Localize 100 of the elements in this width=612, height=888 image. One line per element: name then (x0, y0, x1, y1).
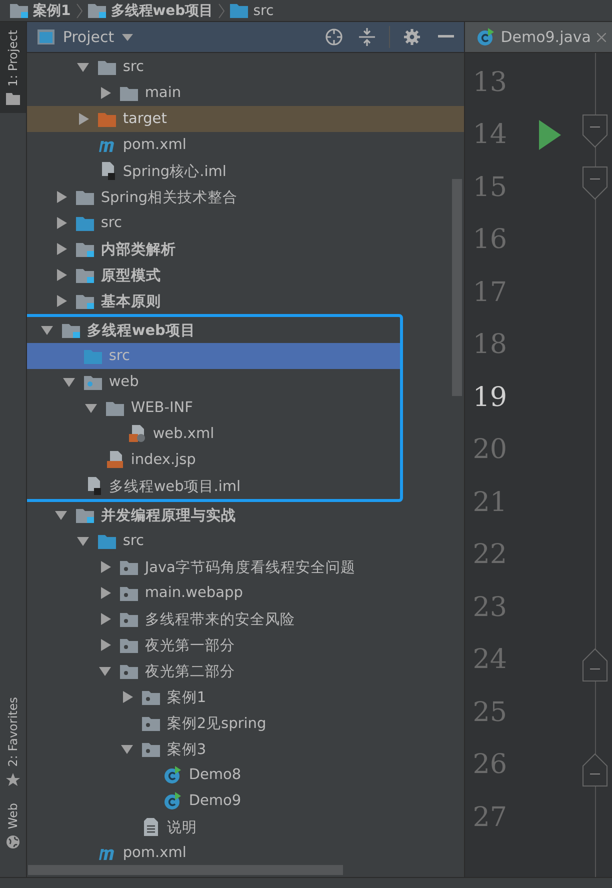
collapsed-arrow-icon[interactable] (54, 269, 67, 281)
tool-window-tab[interactable]: Web (0, 794, 26, 857)
collapsed-arrow-icon[interactable] (98, 87, 111, 99)
tree-row[interactable]: 原型模式 (26, 262, 464, 288)
tool-window-label: 2: Favorites (6, 697, 20, 767)
collapsed-arrow-icon[interactable] (120, 691, 133, 703)
class-icon (476, 28, 495, 46)
collapse-all-icon[interactable] (358, 28, 375, 46)
expanded-arrow-icon[interactable] (76, 61, 89, 73)
tree-row[interactable]: pom.xml (26, 840, 464, 863)
package-icon (120, 586, 138, 600)
fold-marker-icon[interactable] (582, 752, 608, 786)
line-number: 14 (472, 119, 508, 150)
tree-row[interactable]: web.xml (26, 421, 400, 447)
collapsed-arrow-icon[interactable] (98, 587, 111, 599)
tree-row[interactable]: 夜光第二部分 (26, 658, 464, 684)
chevron-icon (76, 2, 83, 18)
tree-row[interactable]: 案例2见spring (26, 710, 464, 736)
tree-label: web.xml (152, 426, 214, 442)
tree-label: main (144, 85, 182, 101)
breadcrumb-item[interactable]: src (253, 2, 274, 18)
settings-icon[interactable] (404, 29, 420, 45)
tree-row[interactable]: 多线程带来的安全风险 (26, 606, 464, 632)
expanded-arrow-icon[interactable] (62, 376, 75, 388)
collapsed-arrow-icon[interactable] (54, 191, 67, 203)
module-icon (76, 294, 94, 308)
expanded-arrow-icon[interactable] (84, 402, 97, 414)
tree-label: 夜光第一部分 (144, 636, 235, 654)
tree-label: WEB-INF (130, 400, 193, 416)
tree-row[interactable]: Java字节码角度看线程安全问题 (26, 554, 464, 580)
fold-marker-icon[interactable] (582, 114, 608, 148)
tree-row[interactable]: src (26, 210, 464, 236)
tree-row[interactable]: target (26, 106, 464, 132)
tree-label: 原型模式 (100, 266, 161, 284)
locate-icon[interactable] (324, 28, 343, 46)
expanded-arrow-icon[interactable] (76, 535, 89, 547)
package-icon (120, 612, 138, 626)
minimize-icon[interactable] (438, 35, 454, 39)
vertical-scrollbar[interactable] (452, 179, 462, 396)
close-icon[interactable] (597, 32, 606, 42)
tree-label: main.webapp (144, 585, 243, 601)
folder-icon (76, 190, 94, 204)
tree-row[interactable]: main.webapp (26, 580, 464, 606)
tree-row[interactable]: web (26, 369, 400, 395)
expanded-arrow-icon[interactable] (54, 509, 67, 521)
tool-window-tab[interactable]: 2: Favorites (0, 689, 26, 795)
fold-marker-icon[interactable] (582, 166, 608, 200)
tree-label: src (122, 59, 144, 75)
run-icon[interactable] (538, 120, 561, 150)
collapsed-arrow-icon[interactable] (54, 295, 67, 307)
horizontal-scrollbar[interactable] (28, 865, 343, 875)
module-icon (88, 3, 106, 18)
package-icon (120, 638, 138, 652)
tree-label: src (100, 215, 122, 231)
star-icon (6, 772, 20, 787)
editor-tab[interactable]: Demo9.java (464, 22, 612, 52)
tree-label: 案例2见spring (166, 714, 266, 732)
tree-row[interactable]: src (26, 54, 464, 80)
line-number: 19 (472, 382, 508, 413)
tree-row[interactable]: Demo9 (26, 788, 464, 814)
tree-row[interactable]: 说明 (26, 814, 464, 840)
tree-row[interactable]: 基本原则 (26, 288, 464, 314)
expanded-arrow-icon[interactable] (40, 324, 53, 336)
tree-row[interactable]: WEB-INF (26, 395, 400, 421)
breadcrumb-item[interactable]: 案例1 (33, 2, 71, 20)
line-number: 22 (472, 539, 508, 570)
expanded-arrow-icon[interactable] (120, 743, 133, 755)
collapsed-arrow-icon[interactable] (98, 613, 111, 625)
tree-label: Demo9 (188, 793, 242, 809)
tree-row[interactable]: 夜光第一部分 (26, 632, 464, 658)
fold-marker-icon[interactable] (582, 648, 608, 682)
tree-row[interactable]: Spring相关技术整合 (26, 184, 464, 210)
tree-row[interactable]: pom.xml (26, 132, 464, 158)
tree-row[interactable]: main (26, 80, 464, 106)
breadcrumb-item[interactable]: 多线程web项目 (110, 2, 214, 20)
collapsed-arrow-icon[interactable] (54, 217, 67, 229)
maven-icon (98, 846, 116, 860)
tree-row[interactable]: 并发编程原理与实战 (26, 502, 464, 528)
collapsed-arrow-icon[interactable] (54, 243, 67, 255)
collapsed-arrow-icon[interactable] (98, 639, 111, 651)
expanded-arrow-icon[interactable] (98, 665, 111, 677)
panel-title[interactable]: Project (62, 28, 114, 46)
tree-row[interactable]: index.jsp (26, 447, 400, 473)
tree-row[interactable]: src (26, 528, 464, 554)
tree-row[interactable]: 案例1 (26, 684, 464, 710)
collapsed-arrow-icon[interactable] (76, 113, 89, 125)
dropdown-caret-icon[interactable] (122, 34, 134, 40)
tree-label: src (108, 348, 130, 364)
tree-row[interactable]: 内部类解析 (26, 236, 464, 262)
tree-label: index.jsp (130, 452, 196, 468)
text-file-icon (144, 818, 158, 836)
folder-icon (106, 400, 124, 416)
tree-row[interactable]: Spring核心.iml (26, 158, 464, 184)
tree-row[interactable]: 多线程web项目.iml (26, 473, 400, 499)
tree-row[interactable]: 案例3 (26, 736, 464, 762)
collapsed-arrow-icon[interactable] (98, 561, 111, 573)
tree-row[interactable]: Demo8 (26, 762, 464, 788)
tree-row[interactable]: 多线程web项目 (26, 317, 400, 343)
tree-label: 夜光第二部分 (144, 662, 235, 680)
tool-window-tab[interactable]: 1: Project (0, 22, 26, 113)
